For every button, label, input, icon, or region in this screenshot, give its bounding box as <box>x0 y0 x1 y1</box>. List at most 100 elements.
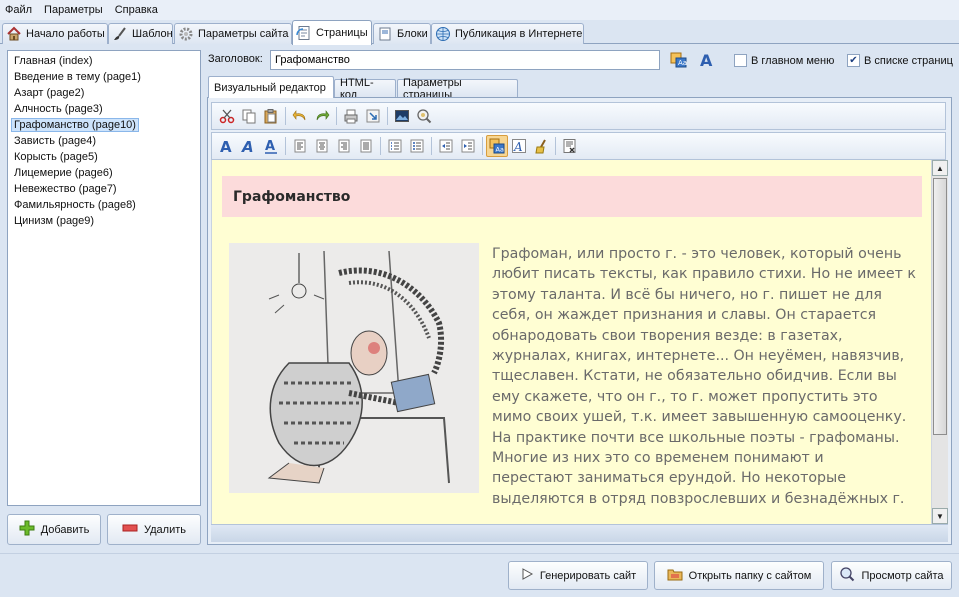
content-line: Многие из них это со временем понимают и <box>492 450 824 467</box>
align-right-icon[interactable] <box>333 135 355 157</box>
scroll-up-icon[interactable]: ▲ <box>932 160 948 176</box>
tab-template[interactable]: Шаблон <box>108 23 173 44</box>
outdent-icon[interactable] <box>435 135 457 157</box>
generate-site-button[interactable]: Генерировать сайт <box>508 561 648 590</box>
tab-pages[interactable]: Страницы <box>292 20 372 45</box>
page-list-checkbox[interactable]: ✔ В списке страниц <box>847 54 953 67</box>
content-line: обнародовать свои творения везде: в газе… <box>492 327 843 344</box>
check-icon: ✔ <box>847 54 860 67</box>
page-list-item[interactable]: Корысть (page5) <box>8 149 200 165</box>
block-icon <box>377 26 393 42</box>
paste-icon[interactable] <box>260 105 282 127</box>
tab-start-label: Начало работы <box>26 28 105 40</box>
content-line: На практике почти все школьные поэты - г… <box>492 429 900 446</box>
font-style-button[interactable]: A <box>696 51 718 71</box>
page-list-item[interactable]: Азарт (page2) <box>8 85 200 101</box>
brush-icon <box>112 26 128 42</box>
tab-start[interactable]: Начало работы <box>2 23 108 44</box>
preview-site-button[interactable]: Просмотр сайта <box>831 561 952 590</box>
content-body: Графоман, или просто г. - это человек, к… <box>492 244 922 509</box>
scroll-down-icon[interactable]: ▼ <box>932 508 948 524</box>
align-justify-icon[interactable] <box>355 135 377 157</box>
font-family-icon[interactable]: A <box>508 135 530 157</box>
toolbar-separator <box>482 137 483 155</box>
tab-publish-label: Публикация в Интернете <box>455 28 583 40</box>
font-italic-icon[interactable]: A <box>238 135 260 157</box>
tab-blocks-label: Блоки <box>397 28 428 40</box>
insert-link-icon[interactable] <box>362 105 384 127</box>
menu-help[interactable]: Справка <box>109 4 164 16</box>
clear-format-icon[interactable] <box>530 135 552 157</box>
color-style-button[interactable]: Aa <box>668 51 690 71</box>
font-underline-icon[interactable]: A <box>260 135 282 157</box>
copy-icon[interactable] <box>238 105 260 127</box>
cut-icon[interactable] <box>216 105 238 127</box>
tab-template-label: Шаблон <box>132 28 173 40</box>
zoom-image-icon[interactable] <box>413 105 435 127</box>
tab-blocks[interactable]: Блоки <box>373 23 431 44</box>
minus-icon <box>122 520 138 539</box>
align-left-icon[interactable] <box>289 135 311 157</box>
insert-image-icon[interactable] <box>391 105 413 127</box>
align-center-icon[interactable] <box>311 135 333 157</box>
page-list-item[interactable]: Невежество (page7) <box>8 181 200 197</box>
page-list-item[interactable]: Цинизм (page9) <box>8 213 200 229</box>
edit-toolbar <box>211 102 946 130</box>
magnifier-icon <box>839 566 855 585</box>
redo-icon[interactable] <box>311 105 333 127</box>
bullet-list-icon[interactable] <box>406 135 428 157</box>
toolbar-separator <box>555 137 556 155</box>
svg-text:Aa: Aa <box>678 59 687 67</box>
text-color-icon[interactable]: Aa <box>486 135 508 157</box>
format-toolbar: A A A Aa A <box>211 132 946 160</box>
delete-page-button[interactable]: Удалить <box>107 514 201 545</box>
toolbar-separator <box>285 137 286 155</box>
content-line: тщеславен. Кстати, не обязательно обидчи… <box>492 368 897 385</box>
svg-text:A: A <box>513 140 523 154</box>
page-icon <box>296 25 312 41</box>
content-line: Графоман, или просто г. - это человек, к… <box>492 246 902 262</box>
print-icon[interactable] <box>340 105 362 127</box>
editor-bottom-bar <box>211 524 948 542</box>
numbered-list-icon[interactable] <box>384 135 406 157</box>
page-list-item[interactable]: Введение в тему (page1) <box>8 69 200 85</box>
tab-site-params[interactable]: Параметры сайта <box>174 23 292 44</box>
tab-site-params-label: Параметры сайта <box>198 28 289 40</box>
content-line: перестают заниматься ерундой. Но некотор… <box>492 470 846 487</box>
content-line: выделяются в отряд повзрослевших и безна… <box>492 490 905 507</box>
editor-content[interactable]: Графоманство Графоман, или просто г. - э… <box>211 160 931 524</box>
page-list[interactable]: Главная (index) Введение в тему (page1) … <box>7 50 201 506</box>
font-a-icon: A <box>698 51 716 72</box>
html-source-icon[interactable] <box>559 135 581 157</box>
globe-icon <box>435 26 451 42</box>
vertical-scrollbar[interactable]: ▲ ▼ <box>931 160 948 524</box>
toolbar-separator <box>387 107 388 125</box>
tab-page-params[interactable]: Параметры страницы <box>397 77 518 101</box>
folder-icon <box>667 566 683 585</box>
menu-parameters[interactable]: Параметры <box>38 4 109 16</box>
indent-icon[interactable] <box>457 135 479 157</box>
toolbar-separator <box>380 137 381 155</box>
title-input[interactable] <box>270 50 660 70</box>
tab-html-code[interactable]: HTML-код <box>334 77 396 101</box>
page-list-item[interactable]: Фамильярность (page8) <box>8 197 200 213</box>
palette-icon: Aa <box>670 51 688 72</box>
main-menu-checkbox[interactable]: В главном меню <box>734 54 834 67</box>
add-page-button[interactable]: Добавить <box>7 514 101 545</box>
menu-file[interactable]: Файл <box>0 4 38 16</box>
page-list-item[interactable]: Лицемерие (page6) <box>8 165 200 181</box>
tab-visual-editor[interactable]: Визуальный редактор <box>208 76 334 98</box>
scrollbar-thumb[interactable] <box>933 178 947 435</box>
undo-icon[interactable] <box>289 105 311 127</box>
open-site-folder-button[interactable]: Открыть папку с сайтом <box>654 561 824 590</box>
content-heading: Графоманство <box>222 176 922 217</box>
tab-publish[interactable]: Публикация в Интернете <box>431 23 584 44</box>
font-bold-icon[interactable]: A <box>216 135 238 157</box>
checkbox-box <box>734 54 747 67</box>
content-line: любит писать тексты, как правило стихи. … <box>492 266 916 283</box>
page-list-item[interactable]: Зависть (page4) <box>8 133 200 149</box>
page-list-item[interactable]: Алчность (page3) <box>8 101 200 117</box>
page-list-item-selected[interactable]: Графоманство (page10) <box>8 117 200 133</box>
content-line: ему скажете, что он г., то г. может проп… <box>492 388 878 405</box>
page-list-item[interactable]: Главная (index) <box>8 53 200 69</box>
